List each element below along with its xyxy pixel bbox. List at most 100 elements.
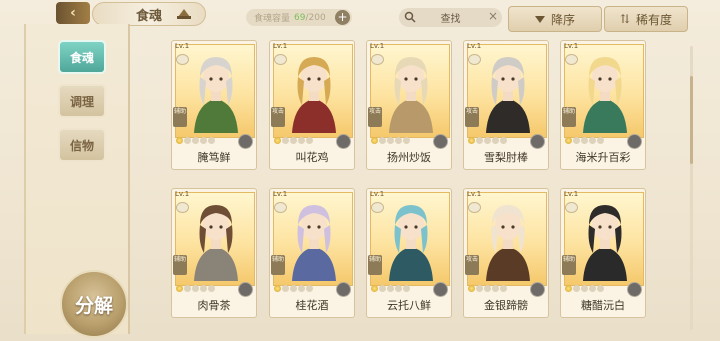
star-icon xyxy=(484,285,491,292)
card-stars xyxy=(274,137,313,144)
card-stars xyxy=(565,285,604,292)
star-icon xyxy=(184,285,191,292)
food-soul-card[interactable]: Lv.1 辅助 云托八鲜 xyxy=(366,188,452,318)
chef-hat-icon xyxy=(565,54,578,65)
star-icon xyxy=(176,285,183,292)
back-button[interactable]: ‹ xyxy=(56,2,90,24)
character-portrait xyxy=(486,205,530,281)
page-title: 食魂 xyxy=(135,8,162,24)
rarity-filter-button[interactable]: ⇅ 稀有度 xyxy=(604,6,688,32)
star-icon xyxy=(476,137,483,144)
star-icon xyxy=(290,137,297,144)
card-level: Lv.1 xyxy=(564,190,579,198)
capacity-label: 食魂容量 xyxy=(254,14,291,24)
star-icon xyxy=(298,285,305,292)
star-icon xyxy=(573,137,580,144)
chef-hat-icon[interactable] xyxy=(176,7,192,19)
tab-cooking[interactable]: 调理 xyxy=(58,84,106,118)
star-icon xyxy=(565,285,572,292)
character-portrait xyxy=(292,205,336,281)
star-icon xyxy=(208,137,215,144)
card-name: 雪梨肘棒 xyxy=(484,151,528,164)
food-soul-card[interactable]: Lv.1 辅助 腌笃鲜 xyxy=(171,40,257,170)
food-soul-card[interactable]: Lv.1 辅助 海米升百彩 xyxy=(560,40,646,170)
card-role-badge: 辅助 xyxy=(173,255,187,275)
star-icon xyxy=(476,285,483,292)
food-soul-card[interactable]: Lv.1 攻击 扬州炒饭 xyxy=(366,40,452,170)
star-icon xyxy=(290,285,297,292)
star-icon xyxy=(387,285,394,292)
seal-icon xyxy=(238,282,253,297)
clear-search-icon[interactable]: × xyxy=(488,9,498,23)
seal-icon xyxy=(336,282,351,297)
card-name: 海米升百彩 xyxy=(575,151,631,164)
decompose-label: 分解 xyxy=(74,294,113,317)
card-role-badge: 辅助 xyxy=(562,255,576,275)
seal-icon xyxy=(433,134,448,149)
card-name: 糖醋沅白 xyxy=(581,299,625,312)
star-icon xyxy=(306,285,313,292)
star-icon xyxy=(597,137,604,144)
star-icon xyxy=(597,285,604,292)
star-icon xyxy=(500,137,507,144)
card-stars xyxy=(371,285,410,292)
card-role-badge: 攻击 xyxy=(465,255,479,275)
card-level: Lv.1 xyxy=(467,190,482,198)
chef-hat-icon xyxy=(176,54,189,65)
star-icon xyxy=(274,285,281,292)
food-soul-card[interactable]: Lv.1 攻击 雪梨肘棒 xyxy=(463,40,549,170)
chef-hat-icon xyxy=(468,202,481,213)
seal-icon xyxy=(433,282,448,297)
scrollbar-thumb[interactable] xyxy=(690,76,693,164)
search-placeholder: 查找 xyxy=(440,14,461,25)
star-icon xyxy=(581,285,588,292)
card-role-badge: 辅助 xyxy=(271,255,285,275)
food-soul-card[interactable]: Lv.1 辅助 肉骨茶 xyxy=(171,188,257,318)
card-stars xyxy=(468,285,507,292)
star-icon xyxy=(500,285,507,292)
star-icon xyxy=(403,285,410,292)
food-soul-card[interactable]: Lv.1 辅助糖醋沅白 xyxy=(560,188,646,318)
sort-order-button[interactable]: 降序 xyxy=(508,6,602,32)
star-icon xyxy=(492,285,499,292)
card-level: Lv.1 xyxy=(370,42,385,50)
star-icon xyxy=(395,285,402,292)
tab-tokens[interactable]: 信物 xyxy=(58,128,106,162)
star-icon xyxy=(492,137,499,144)
card-level: Lv.1 xyxy=(273,42,288,50)
card-name: 金银蹄髈 xyxy=(484,299,528,312)
seal-icon xyxy=(627,134,642,149)
star-icon xyxy=(176,137,183,144)
star-icon xyxy=(192,285,199,292)
grid-scrollbar[interactable] xyxy=(690,46,693,330)
card-name: 腌笃鲜 xyxy=(197,151,231,164)
star-icon xyxy=(274,137,281,144)
sort-lines-icon: ⇅ xyxy=(619,12,631,26)
star-icon xyxy=(468,137,475,144)
character-portrait xyxy=(194,57,238,133)
card-name: 扬州炒饭 xyxy=(387,151,431,164)
card-name: 肉骨茶 xyxy=(197,299,231,312)
card-stars xyxy=(274,285,313,292)
card-stars xyxy=(176,137,215,144)
add-capacity-button[interactable]: + xyxy=(335,10,350,25)
capacity-display: 食魂容量 69 /200 + xyxy=(246,9,352,26)
chef-hat-icon xyxy=(274,54,287,65)
search-input[interactable]: 查找 × xyxy=(399,8,502,27)
star-icon xyxy=(200,285,207,292)
food-soul-card[interactable]: Lv.1 攻击金银蹄髈 xyxy=(463,188,549,318)
card-role-badge: 辅助 xyxy=(368,255,382,275)
chef-hat-icon xyxy=(274,202,287,213)
card-level: Lv.1 xyxy=(370,190,385,198)
tab-label: 调理 xyxy=(69,94,94,109)
tab-label: 信物 xyxy=(69,138,94,153)
star-icon xyxy=(565,137,572,144)
food-soul-card[interactable]: Lv.1 攻击 叫花鸡 xyxy=(269,40,355,170)
card-role-badge: 辅助 xyxy=(173,107,187,127)
sort-order-label: 降序 xyxy=(550,12,575,27)
decompose-button[interactable]: 分解 xyxy=(60,270,128,338)
tab-food-souls[interactable]: 食魂 xyxy=(58,40,106,74)
food-soul-card[interactable]: Lv.1 辅助 桂花酒 xyxy=(269,188,355,318)
search-icon xyxy=(404,11,416,23)
star-icon xyxy=(208,285,215,292)
